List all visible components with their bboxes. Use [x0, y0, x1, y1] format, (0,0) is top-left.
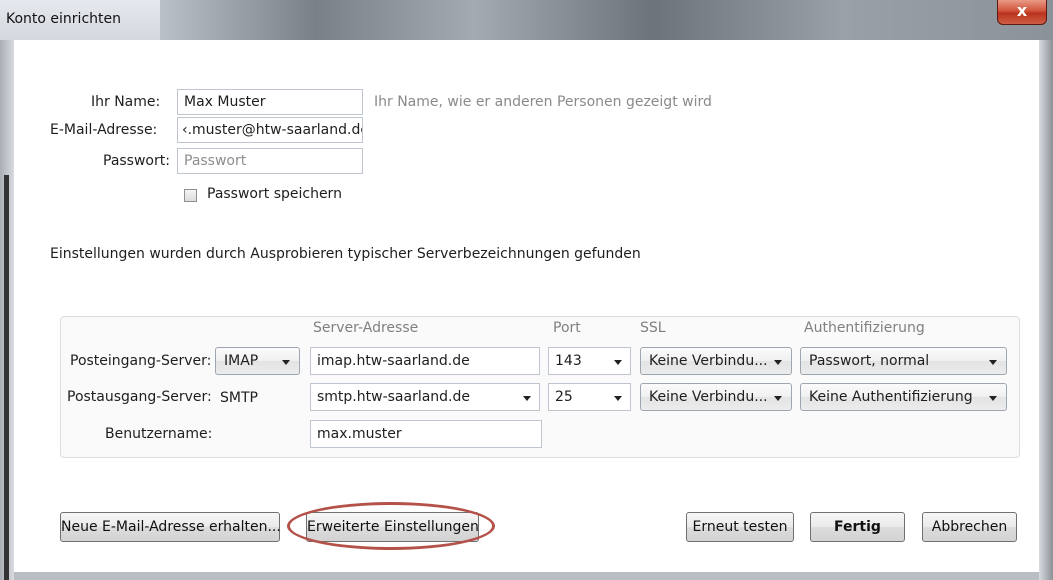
outgoing-auth-select[interactable]: Keine Authentifizierung	[800, 383, 1007, 411]
column-header-port: Port	[553, 320, 581, 336]
outgoing-protocol-label: SMTP	[220, 390, 258, 406]
incoming-protocol-value: IMAP	[224, 353, 259, 369]
name-hint: Ihr Name, wie er anderen Personen gezeig…	[374, 94, 712, 110]
column-header-ssl: SSL	[640, 320, 666, 336]
chevron-down-icon	[989, 360, 997, 365]
chevron-down-icon	[614, 396, 622, 401]
password-label: Passwort:	[103, 153, 170, 169]
status-message: Einstellungen wurden durch Ausprobieren …	[50, 246, 641, 262]
username-input[interactable]: max.muster	[310, 420, 542, 448]
username-label: Benutzername:	[105, 426, 213, 442]
name-label: Ihr Name:	[91, 94, 161, 110]
cancel-button[interactable]: Abbrechen	[922, 512, 1017, 542]
column-header-auth: Authentifizierung	[804, 320, 925, 336]
retest-button[interactable]: Erneut testen	[686, 512, 794, 542]
incoming-server-label: Posteingang-Server:	[70, 353, 212, 369]
new-email-address-button[interactable]: Neue E-Mail-Adresse erhalten...	[60, 512, 281, 542]
column-header-address: Server-Adresse	[313, 320, 419, 336]
save-password-label[interactable]: Passwort speichern	[207, 186, 342, 202]
chevron-down-icon	[774, 360, 782, 365]
window-bottom-border	[14, 572, 1039, 580]
outgoing-ssl-select[interactable]: Keine Verbindu...	[640, 383, 792, 411]
title-bar: Konto einrichten x	[0, 0, 1053, 40]
outgoing-server-address-value: smtp.htw-saarland.de	[317, 389, 471, 405]
outgoing-server-address-combobox[interactable]: smtp.htw-saarland.de	[310, 383, 540, 411]
email-input[interactable]: ‹.muster@htw-saarland.de	[177, 117, 363, 143]
outgoing-port-combobox[interactable]: 25	[548, 383, 631, 411]
incoming-auth-value: Passwort, normal	[809, 353, 930, 369]
dialog-body	[14, 40, 1039, 580]
incoming-server-address-input[interactable]: imap.htw-saarland.de	[310, 347, 540, 375]
window-title: Konto einrichten	[6, 11, 121, 27]
chevron-down-icon	[282, 360, 290, 365]
outgoing-ssl-value: Keine Verbindu...	[649, 389, 768, 405]
window-left-border	[0, 40, 14, 580]
incoming-protocol-select[interactable]: IMAP	[215, 347, 300, 375]
window-right-border	[1039, 40, 1053, 580]
name-input[interactable]: Max Muster	[177, 89, 363, 115]
incoming-auth-select[interactable]: Passwort, normal	[800, 347, 1007, 375]
chevron-down-icon	[523, 396, 531, 401]
close-icon: x	[1016, 1, 1028, 20]
outgoing-server-label: Postausgang-Server:	[67, 389, 212, 405]
incoming-port-value: 143	[555, 353, 582, 369]
background-window-edge	[4, 175, 9, 580]
outgoing-port-value: 25	[555, 389, 573, 405]
chevron-down-icon	[774, 396, 782, 401]
incoming-ssl-select[interactable]: Keine Verbindu...	[640, 347, 792, 375]
chevron-down-icon	[989, 396, 997, 401]
incoming-ssl-value: Keine Verbindu...	[649, 353, 768, 369]
chevron-down-icon	[614, 360, 622, 365]
done-button[interactable]: Fertig	[810, 512, 905, 542]
email-label: E-Mail-Adresse:	[50, 122, 158, 138]
highlight-circle	[287, 502, 495, 550]
outgoing-auth-value: Keine Authentifizierung	[809, 389, 973, 405]
password-input[interactable]: Passwort	[177, 148, 363, 174]
incoming-port-combobox[interactable]: 143	[548, 347, 631, 375]
save-password-checkbox[interactable]	[184, 189, 197, 202]
close-button[interactable]: x	[997, 0, 1047, 25]
